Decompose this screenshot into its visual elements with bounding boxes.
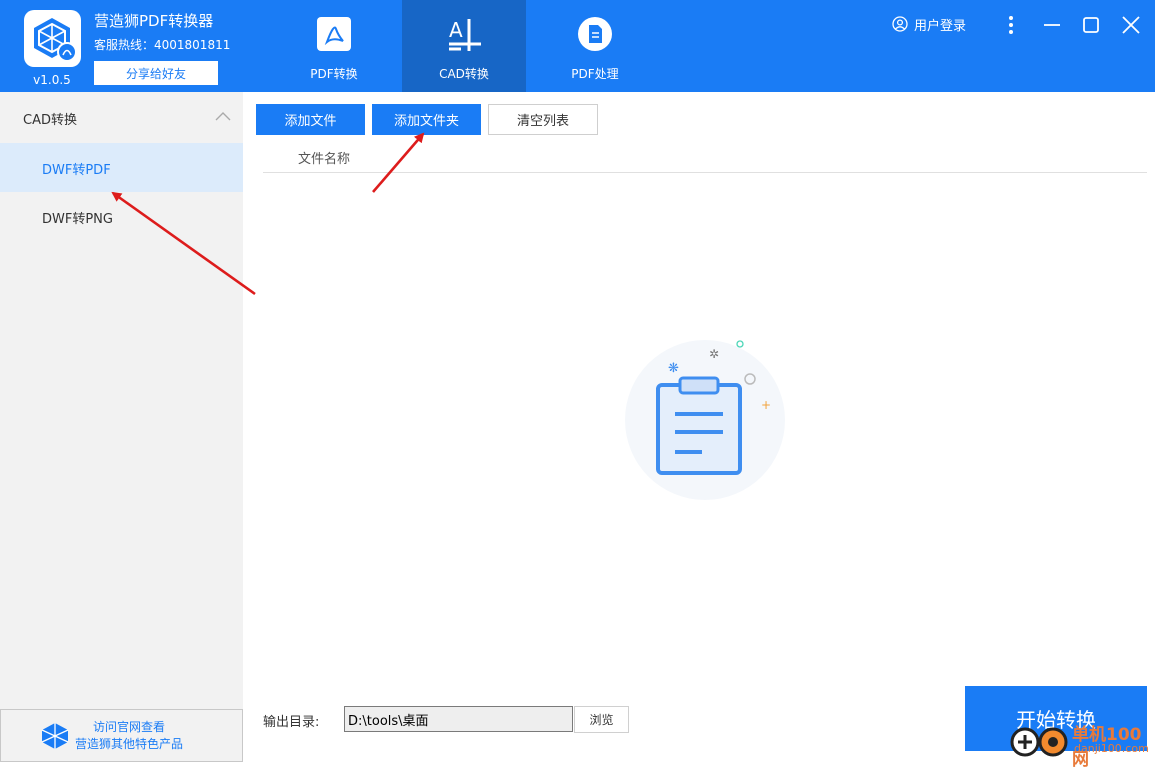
chevron-up-icon[interactable]	[215, 111, 231, 121]
sidebar-item-dwf-to-png[interactable]: DWF转PNG	[0, 192, 243, 241]
pdf-icon	[317, 17, 351, 51]
logo-icon	[41, 723, 69, 749]
title-bar: v1.0.5 营造狮PDF转换器 客服热线：4001801811 分享给好友 P…	[0, 0, 1155, 92]
share-button[interactable]: 分享给好友	[94, 61, 218, 85]
version-label: v1.0.5	[33, 73, 71, 87]
sidebar-item-label: DWF转PDF	[42, 163, 111, 178]
more-menu-icon[interactable]	[998, 12, 1024, 38]
column-divider	[263, 172, 1147, 173]
login-link[interactable]: 用户登录	[892, 15, 967, 34]
output-directory-field[interactable]	[344, 706, 573, 732]
sidebar-group-label: CAD转换	[23, 113, 77, 128]
app-title: 营造狮PDF转换器	[94, 12, 214, 30]
watermark-url: danji100.com	[1074, 742, 1149, 755]
maximize-icon[interactable]	[1078, 12, 1104, 38]
file-name-column-header: 文件名称	[298, 152, 351, 167]
empty-list-illustration: ❋ ✲ +	[625, 340, 785, 500]
footer-line-2: 营造狮其他特色产品	[74, 737, 183, 751]
sidebar-group-cad[interactable]: CAD转换	[0, 92, 243, 142]
clear-list-button[interactable]: 清空列表	[488, 104, 598, 135]
tab-cad-convert[interactable]: A CAD转换	[402, 0, 526, 92]
svg-text:+: +	[761, 398, 771, 412]
footer-line-1: 访问官网查看	[92, 720, 165, 734]
tab-label: CAD转换	[439, 67, 489, 81]
watermark-logo-icon	[1010, 727, 1068, 757]
svg-text:✲: ✲	[709, 347, 719, 361]
sidebar-item-dwf-to-pdf[interactable]: DWF转PDF	[0, 143, 243, 192]
tab-label: PDF转换	[310, 67, 358, 81]
sidebar: CAD转换 DWF转PDF DWF转PNG 访问官网查看 营造狮其他特色产品	[0, 92, 243, 762]
footer-text: 访问官网查看 营造狮其他特色产品	[73, 719, 185, 753]
output-directory-label: 输出目录:	[263, 715, 320, 730]
browse-button[interactable]: 浏览	[574, 706, 629, 733]
login-label: 用户登录	[914, 18, 967, 34]
app-logo	[24, 10, 81, 67]
user-icon	[892, 16, 908, 32]
close-icon[interactable]	[1118, 12, 1144, 38]
svg-text:A: A	[449, 18, 463, 42]
official-site-link[interactable]: 访问官网查看 营造狮其他特色产品	[0, 709, 243, 762]
hotline-text: 客服热线：4001801811	[94, 38, 231, 52]
sidebar-item-label: DWF转PNG	[42, 212, 113, 227]
cad-icon: A	[449, 18, 481, 51]
add-folder-button[interactable]: 添加文件夹	[372, 104, 481, 135]
tab-label: PDF处理	[571, 67, 619, 81]
add-file-button[interactable]: 添加文件	[256, 104, 365, 135]
svg-text:❋: ❋	[668, 361, 679, 376]
minimize-icon[interactable]	[1039, 12, 1065, 38]
logo-icon	[34, 18, 77, 62]
tab-pdf-convert[interactable]: PDF转换	[272, 0, 396, 92]
tab-pdf-process[interactable]: PDF处理	[533, 0, 657, 92]
annotation-arrow-add-folder	[372, 132, 425, 193]
document-icon	[578, 17, 612, 51]
